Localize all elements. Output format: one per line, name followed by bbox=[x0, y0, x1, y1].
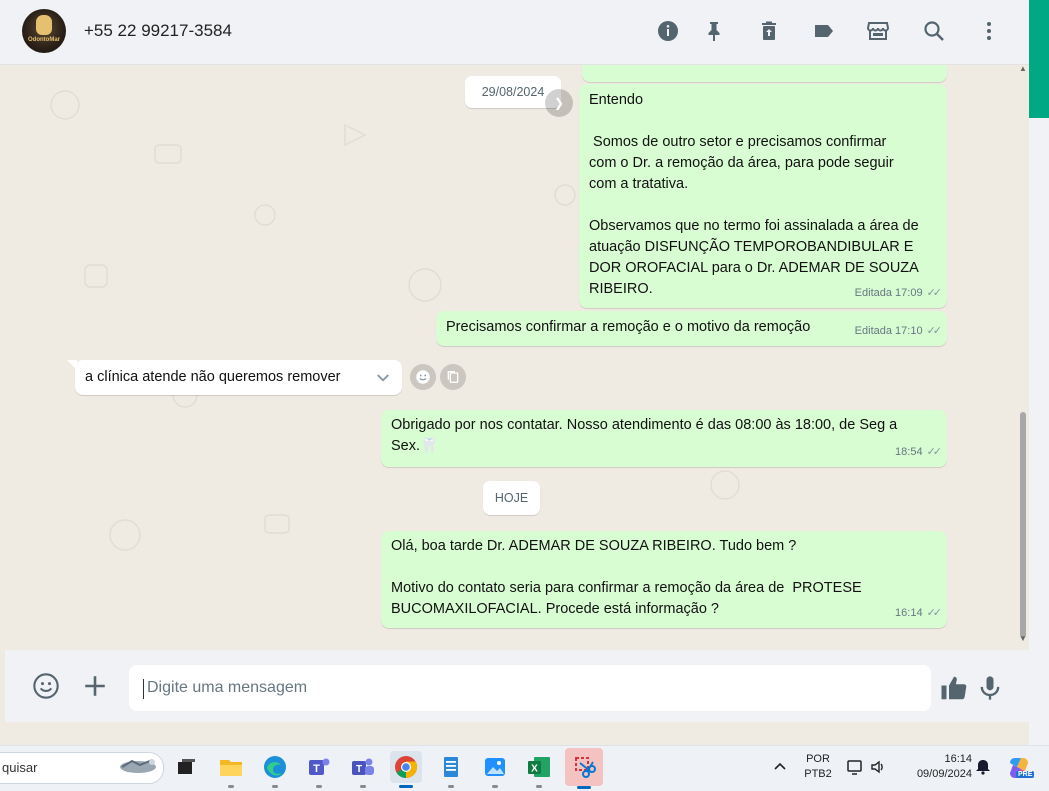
read-ticks-icon: ✓✓ bbox=[926, 607, 943, 619]
outgoing-message-2[interactable]: Precisamos confirmar a remoção e o motiv… bbox=[436, 311, 947, 346]
svg-text:T: T bbox=[356, 764, 362, 775]
attach-plus-icon[interactable] bbox=[82, 673, 108, 699]
notepad-icon[interactable] bbox=[435, 751, 467, 783]
scroll-up-arrow-icon[interactable]: ▲ bbox=[1019, 64, 1027, 73]
more-vert-icon[interactable] bbox=[976, 18, 1002, 44]
teams-classic-icon[interactable]: T bbox=[347, 751, 379, 783]
keyboard-layout: PTB2 bbox=[804, 768, 832, 780]
text-caret bbox=[143, 679, 144, 699]
svg-text:T: T bbox=[313, 763, 320, 775]
taskbar-search-text: quisar bbox=[2, 760, 38, 775]
date-divider-chip: HOJE bbox=[483, 481, 540, 515]
pin-icon[interactable] bbox=[701, 18, 727, 44]
message-text: a clínica atende não queremos remover bbox=[85, 369, 341, 385]
avatar-logo-text: OdontoMar bbox=[28, 37, 60, 43]
message-line: DOR OROFACIAL para o Dr. ADEMAR DE SOUZA bbox=[589, 260, 919, 276]
message-line: Olá, boa tarde Dr. ADEMAR DE SOUZA RIBEI… bbox=[391, 538, 797, 554]
message-meta: 18:54 ✓✓ bbox=[895, 442, 943, 463]
bubble-tail bbox=[67, 360, 77, 370]
notification-bell-icon[interactable] bbox=[974, 758, 992, 776]
emoji-icon[interactable] bbox=[32, 672, 60, 700]
outgoing-message-1[interactable]: Entendo Somos de outro setor e precisamo… bbox=[579, 84, 947, 308]
message-line: com a tratativa. bbox=[589, 176, 689, 192]
file-explorer-icon[interactable] bbox=[215, 751, 247, 783]
incoming-message-3[interactable]: a clínica atende não queremos remover bbox=[75, 360, 402, 395]
read-ticks-icon: ✓✓ bbox=[926, 446, 943, 458]
scrollbar-thumb[interactable] bbox=[1020, 412, 1026, 638]
tooth-emoji-icon: 🦷 bbox=[420, 438, 439, 454]
language-code: POR bbox=[806, 753, 830, 765]
copilot-preview-badge: PRE bbox=[1016, 771, 1035, 778]
teams-icon[interactable]: T bbox=[303, 751, 335, 783]
edge-icon[interactable] bbox=[259, 751, 291, 783]
chevron-down-icon[interactable] bbox=[372, 367, 394, 389]
message-meta: 16:14 ✓✓ bbox=[895, 603, 943, 624]
react-emoji-icon[interactable] bbox=[410, 364, 436, 390]
snipping-tool-icon[interactable] bbox=[565, 748, 603, 786]
app-running-indicator bbox=[228, 785, 234, 788]
excel-icon[interactable]: X bbox=[523, 751, 555, 783]
app-running-indicator bbox=[316, 785, 322, 788]
window-bottom-gap bbox=[0, 722, 1029, 745]
logo-tooth-icon bbox=[36, 15, 52, 35]
delete-icon[interactable] bbox=[756, 18, 782, 44]
photos-icon[interactable] bbox=[479, 751, 511, 783]
search-highlight-icon[interactable] bbox=[114, 754, 160, 778]
microphone-icon[interactable] bbox=[976, 673, 1004, 703]
message-line: Somos de outro setor e precisamos confir… bbox=[589, 134, 887, 150]
app-running-indicator bbox=[360, 785, 366, 788]
network-icon[interactable] bbox=[846, 758, 864, 776]
message-line bbox=[391, 557, 862, 578]
app-running-indicator bbox=[272, 785, 278, 788]
scroll-down-arrow-icon[interactable]: ▼ bbox=[1019, 634, 1027, 643]
forward-icon[interactable]: ❯ bbox=[545, 89, 573, 117]
clock-date: 09/09/2024 bbox=[916, 768, 972, 780]
message-line: Obrigado por nos contatar. Nosso atendim… bbox=[391, 417, 898, 433]
app-active-indicator bbox=[399, 785, 413, 788]
task-view-icon[interactable] bbox=[170, 751, 202, 783]
message-input[interactable] bbox=[129, 665, 931, 711]
read-ticks-icon: ✓✓ bbox=[926, 287, 943, 299]
app-running-indicator bbox=[492, 785, 498, 788]
clock-time: 16:14 bbox=[944, 753, 972, 765]
message-meta: Editada 17:10 ✓✓ bbox=[855, 321, 943, 342]
volume-icon[interactable] bbox=[869, 758, 887, 776]
message-line: com o Dr. a remoção da área, para pode s… bbox=[589, 155, 894, 171]
store-icon[interactable] bbox=[865, 18, 891, 44]
previous-message-bubble-tail bbox=[582, 65, 947, 82]
message-line bbox=[589, 195, 919, 216]
message-line: Sex.🦷 bbox=[391, 438, 439, 454]
message-line bbox=[589, 111, 919, 132]
clock[interactable]: 16:14 09/09/2024 bbox=[900, 752, 972, 782]
outgoing-message-5[interactable]: Olá, boa tarde Dr. ADEMAR DE SOUZA RIBEI… bbox=[381, 531, 947, 628]
copy-icon[interactable] bbox=[440, 364, 466, 390]
message-meta: Editada 17:09 ✓✓ bbox=[855, 283, 943, 304]
message-line: Entendo bbox=[589, 92, 644, 108]
message-text: Precisamos confirmar a remoção e o motiv… bbox=[446, 319, 811, 335]
app-running-indicator bbox=[536, 785, 542, 788]
message-line: BUCOMAXILOFACIAL. Procede está informaçã… bbox=[391, 601, 719, 617]
info-icon[interactable] bbox=[655, 18, 681, 44]
message-line: atuação DISFUNÇÃO TEMPOROBANDIBULAR E bbox=[589, 239, 914, 255]
chrome-icon[interactable] bbox=[390, 751, 422, 783]
label-icon[interactable] bbox=[811, 18, 837, 44]
app-active-indicator bbox=[577, 786, 591, 789]
thumbs-up-icon[interactable] bbox=[939, 673, 969, 703]
search-icon[interactable] bbox=[921, 18, 947, 44]
message-line: Motivo do contato seria para confirmar a… bbox=[391, 580, 862, 596]
language-indicator[interactable]: POR PTB2 bbox=[800, 752, 836, 782]
outgoing-message-4[interactable]: Obrigado por nos contatar. Nosso atendim… bbox=[381, 410, 947, 467]
contact-name[interactable]: +55 22 99217-3584 bbox=[84, 21, 232, 41]
message-line: Observamos que no termo foi assinalada a… bbox=[589, 218, 919, 234]
tray-chevron-up-icon[interactable] bbox=[772, 758, 788, 774]
svg-text:X: X bbox=[531, 764, 538, 775]
side-panel-strip bbox=[1029, 0, 1049, 745]
contact-avatar[interactable]: OdontoMar bbox=[22, 9, 66, 53]
app-running-indicator bbox=[448, 785, 454, 788]
read-ticks-icon: ✓✓ bbox=[926, 325, 943, 337]
